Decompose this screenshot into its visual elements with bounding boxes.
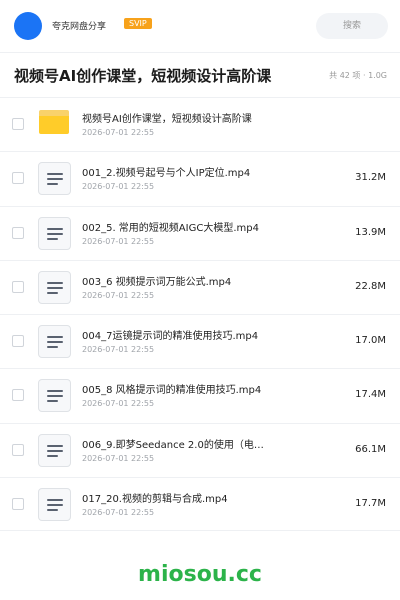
file-date: 2026-07-01 22:55: [82, 236, 155, 246]
file-name[interactable]: 001_2.视频号起号与个人IP定位.mp4: [82, 164, 250, 179]
file-date: 2026-07-01 22:55: [82, 345, 155, 355]
document-file-icon: [38, 379, 71, 413]
file-size: 17.7M: [355, 498, 386, 510]
file-size: 66.1M: [355, 443, 386, 455]
app-name: 夸克网盘分享: [52, 22, 107, 32]
file-date: 2026-07-01 22:55: [82, 290, 155, 300]
file-size: 17.4M: [355, 389, 386, 401]
page-title: 视频号AI创作课堂，短视频设计高阶课: [14, 67, 272, 85]
item-count: 共 42 项 · 1.0G: [329, 71, 387, 80]
select-checkbox[interactable]: [12, 389, 24, 402]
file-date: 2026-07-01 22:55: [82, 128, 155, 137]
file-row[interactable]: 001_2.视频号起号与个人IP定位.mp4 2026-07-01 22:55 31…: [0, 151, 400, 205]
select-checkbox[interactable]: [12, 118, 24, 130]
file-name[interactable]: 006_9.即梦Seedance 2.0的使用（电…: [82, 436, 264, 451]
select-checkbox[interactable]: [12, 443, 24, 456]
select-checkbox[interactable]: [12, 280, 24, 293]
file-date: 2026-07-01 22:55: [82, 508, 155, 518]
file-row[interactable]: 002_5. 常用的短视频AIGC大模型.mp4 2026-07-01 22:55…: [0, 205, 400, 260]
title-bar: 视频号AI创作课堂，短视频设计高阶课 共 42 项 · 1.0G: [0, 53, 400, 97]
file-row[interactable]: 003_6 视频提示词万能公式.mp4 2026-07-01 22:55 22.8M: [0, 259, 400, 314]
file-name[interactable]: 视频号AI创作课堂，短视频设计高阶课: [82, 110, 252, 125]
file-date: 2026-07-01 22:55: [82, 453, 155, 463]
file-row[interactable]: 006_9.即梦Seedance 2.0的使用（电… 2026-07-01 22:…: [0, 422, 400, 477]
file-size: 31.2M: [355, 172, 386, 184]
file-row[interactable]: 005_8 风格提示词的精准使用技巧.mp4 2026-07-01 22:55 17…: [0, 368, 400, 422]
watermark: miosou.cc: [138, 562, 262, 587]
file-name[interactable]: 017_20.视频的剪辑与合成.mp4: [82, 490, 228, 505]
header: 夸克网盘分享 SVIP 搜索: [0, 0, 400, 52]
svip-badge[interactable]: SVIP: [124, 18, 152, 29]
select-checkbox[interactable]: [12, 498, 24, 511]
avatar[interactable]: [14, 12, 42, 40]
file-name[interactable]: 003_6 视频提示词万能公式.mp4: [82, 273, 231, 288]
document-file-icon: [38, 325, 71, 359]
file-size: 13.9M: [355, 226, 386, 238]
select-checkbox[interactable]: [12, 335, 24, 348]
document-file-icon: [38, 488, 71, 522]
document-file-icon: [38, 162, 71, 196]
file-row[interactable]: 017_20.视频的剪辑与合成.mp4 2026-07-01 22:55 17.7M: [0, 477, 400, 532]
file-size: 22.8M: [355, 280, 386, 292]
file-date: 2026-07-01 22:55: [82, 182, 155, 192]
file-row[interactable]: 视频号AI创作课堂，短视频设计高阶课 2026-07-01 22:55: [0, 97, 400, 151]
file-name[interactable]: 004_7运镜提示词的精准使用技巧.mp4: [82, 327, 258, 342]
folder-icon: [39, 110, 69, 134]
select-checkbox[interactable]: [12, 172, 24, 185]
file-list: 视频号AI创作课堂，短视频设计高阶课 2026-07-01 22:55 001_2.…: [0, 97, 400, 532]
search-input[interactable]: 搜索: [316, 13, 388, 39]
file-row[interactable]: 004_7运镜提示词的精准使用技巧.mp4 2026-07-01 22:55 17.…: [0, 314, 400, 368]
file-size: 17.0M: [355, 335, 386, 347]
file-name[interactable]: 002_5. 常用的短视频AIGC大模型.mp4: [82, 219, 259, 234]
select-checkbox[interactable]: [12, 226, 24, 239]
document-file-icon: [38, 433, 71, 467]
file-name[interactable]: 005_8 风格提示词的精准使用技巧.mp4: [82, 381, 261, 396]
document-file-icon: [38, 216, 71, 250]
file-date: 2026-07-01 22:55: [82, 399, 155, 409]
document-file-icon: [38, 270, 71, 304]
